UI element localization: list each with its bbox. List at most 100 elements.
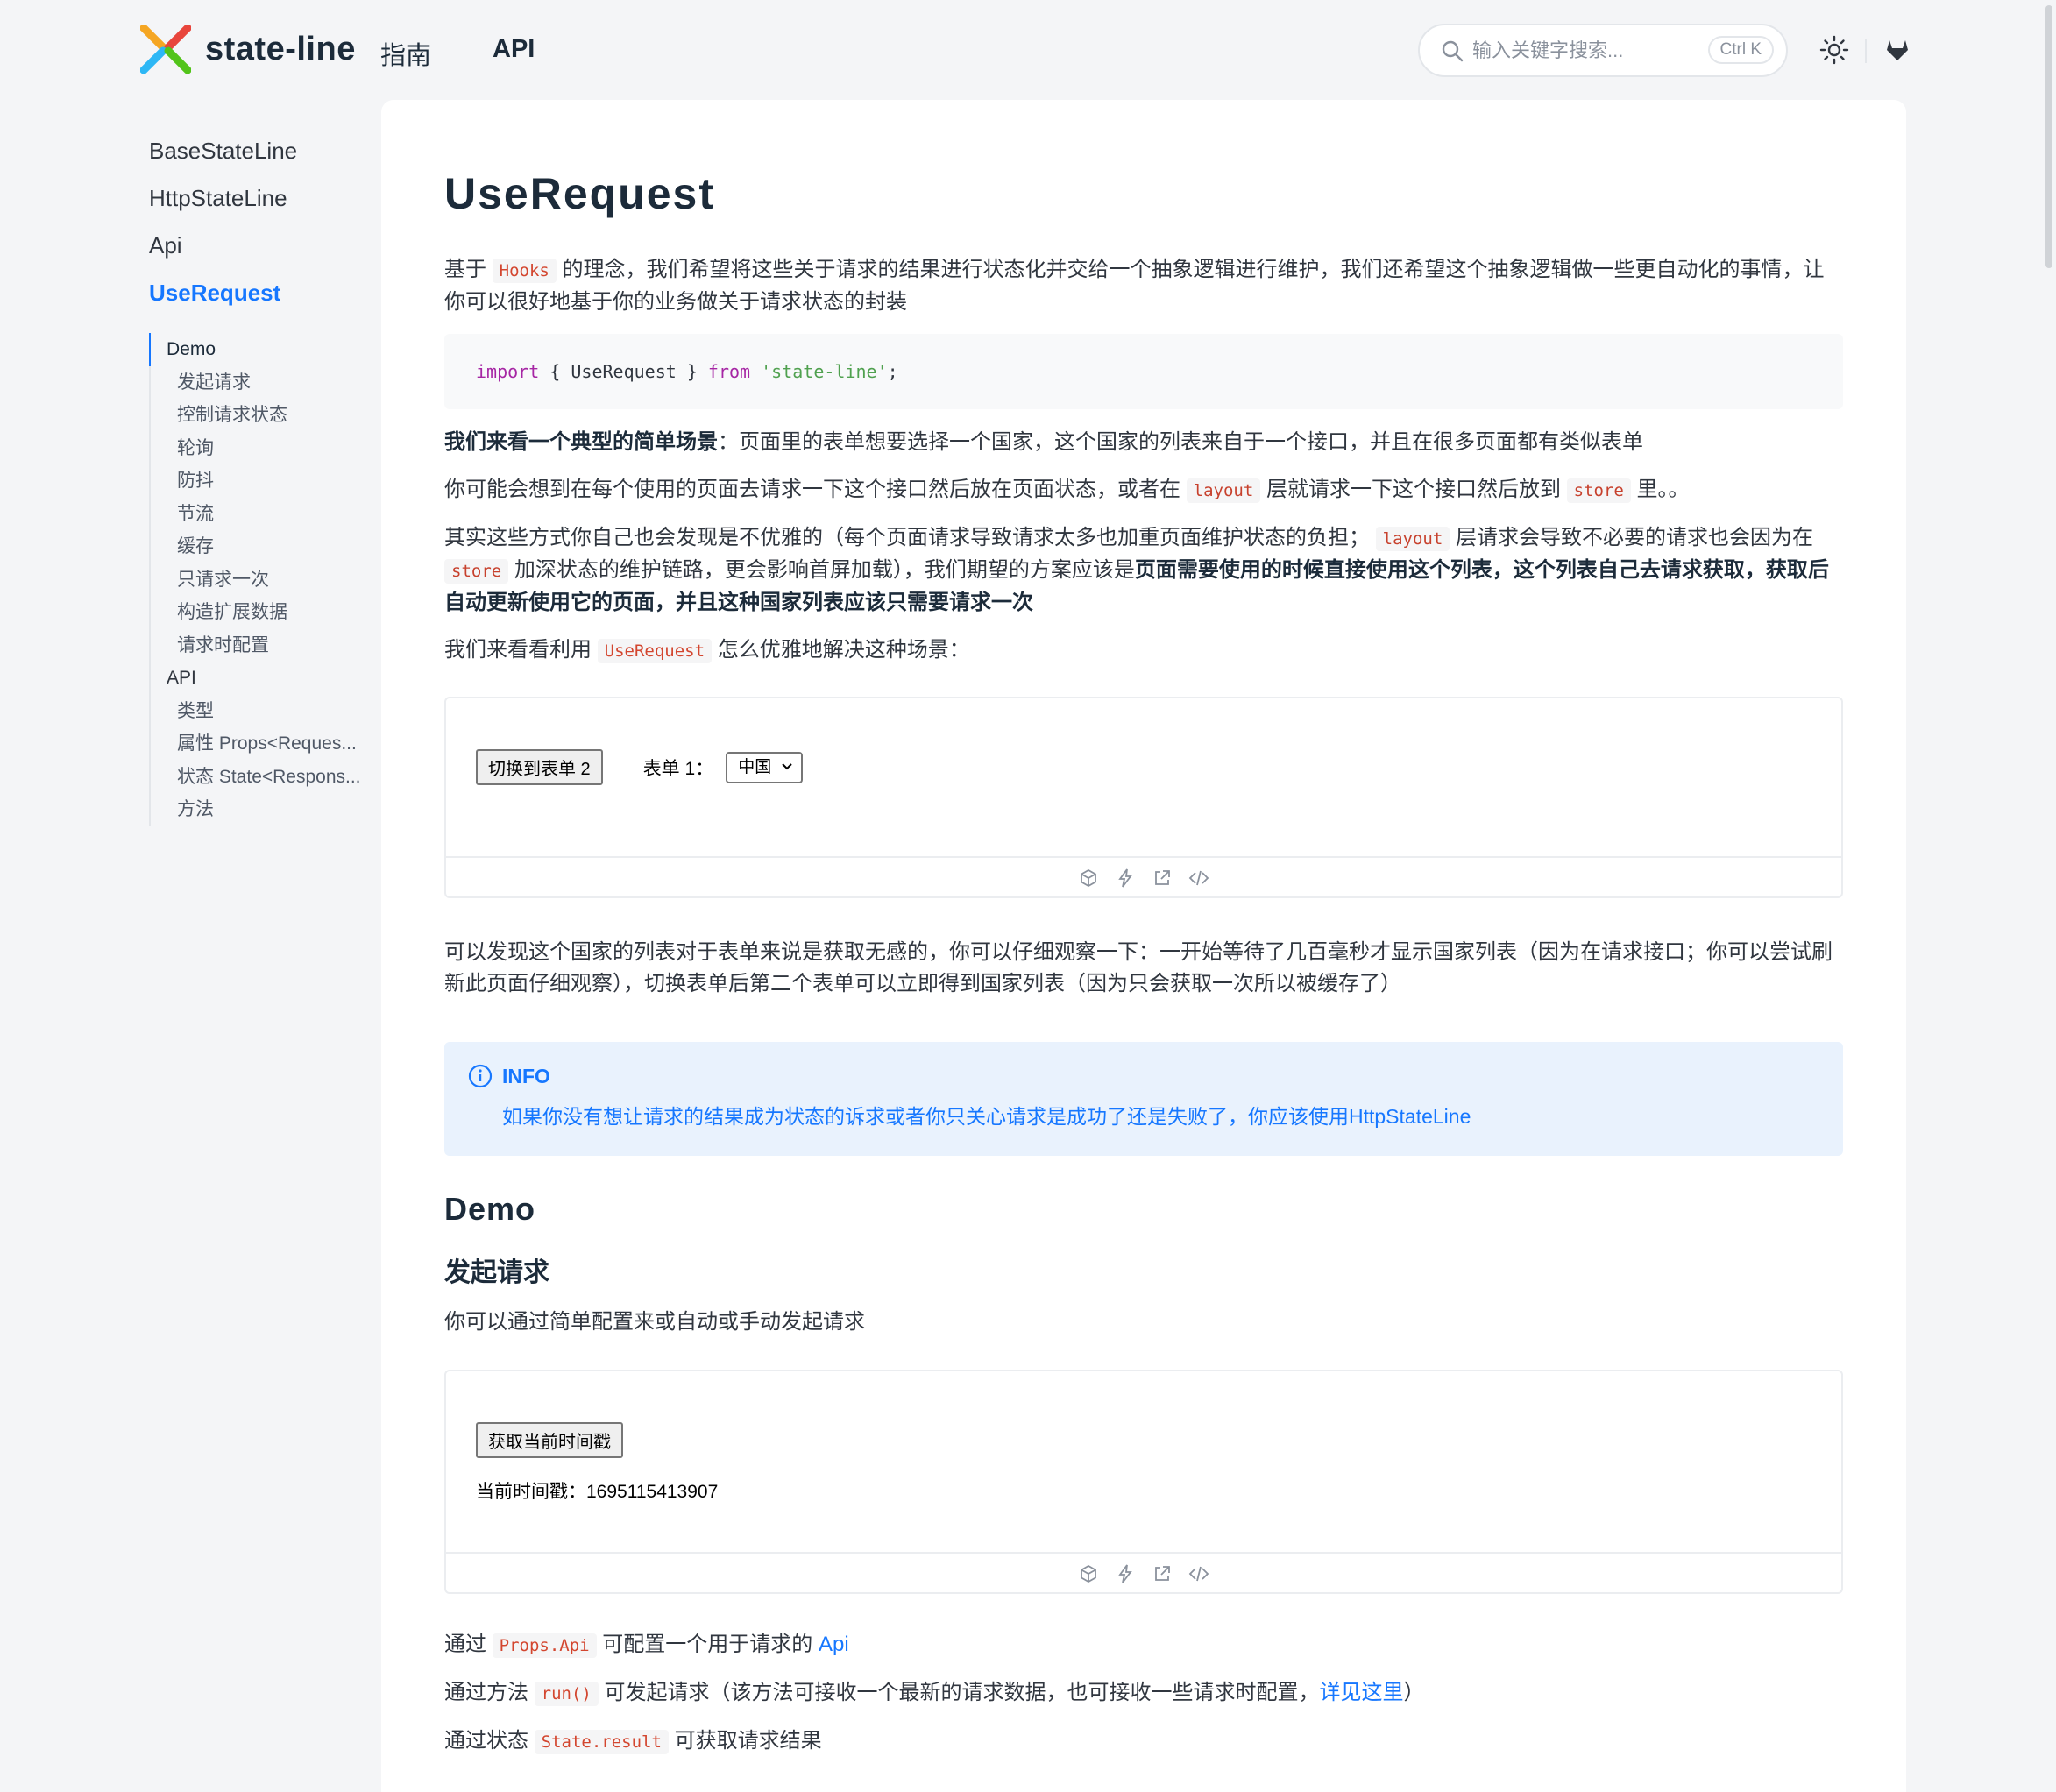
search-shortcut-badge: Ctrl K [1707,36,1774,64]
toc-item-methods[interactable]: 方法 [151,793,377,826]
text: 层就请求一下这个接口然后放到 [1260,478,1567,501]
nav-api[interactable]: API [493,35,535,64]
text: 可获取请求结果 [668,1729,822,1753]
toc-item-extend-data[interactable]: 构造扩展数据 [151,596,377,629]
demo-preview: 切换到表单 2 表单 1： 中国 [446,698,1841,856]
codesandbox-icon[interactable] [1078,868,1099,889]
stackblitz-icon[interactable] [1115,1563,1136,1584]
text: 层请求会导致不必要的请求也会因为在 [1450,526,1813,549]
codesandbox-icon[interactable] [1078,1563,1099,1584]
chevron-down-icon [782,762,792,769]
text: 如果你没有想让请求的结果成为状态的诉求或者你只关心请求是成功了还是失败了，你应该… [502,1105,1349,1128]
show-code-icon[interactable] [1188,1563,1209,1584]
stackblitz-icon[interactable] [1115,868,1136,889]
info-title: INFO [502,1064,550,1087]
demo-box-timestamp: 获取当前时间戳 当前时间戳：1695115413907 [444,1370,1843,1594]
paragraph-not-elegant: 其实这些方式你自己也会发现是不优雅的（每个页面请求导致请求太多也加重页面维护状态… [444,522,1843,619]
text: 可配置一个用于请求的 [596,1633,819,1656]
content-card: UseRequest 基于 Hooks 的理念，我们希望将这些关于请求的结果进行… [381,100,1906,1792]
search-icon [1442,40,1464,62]
text: 其实这些方式你自己也会发现是不优雅的（每个页面请求导致请求太多也加重页面维护状态… [444,526,1376,549]
page-scrollbar[interactable] [2042,0,2056,1792]
open-external-icon[interactable] [1152,1563,1173,1584]
sun-icon[interactable] [1819,35,1849,65]
toc-item-demo[interactable]: Demo [149,333,377,366]
info-header: INFO [467,1063,1820,1089]
toc-item-control-state[interactable]: 控制请求状态 [151,399,377,432]
gitlab-icon[interactable] [1884,37,1911,63]
text: 基于 [444,258,493,281]
toc-item-once[interactable]: 只请求一次 [151,563,377,597]
get-timestamp-button[interactable]: 获取当前时间戳 [476,1422,623,1458]
code-keyword: from [707,361,751,382]
sidebar-item-httpstateline[interactable]: HttpStateLine [149,179,377,226]
paragraph-layout-store: 你可能会想到在每个使用的页面去请求一下这个接口然后放在页面状态，或者在 layo… [444,474,1843,506]
inline-code: UseRequest [597,639,713,663]
text: 通过 [444,1633,493,1656]
text: ） [1403,1681,1425,1704]
scrollbar-thumb[interactable] [2045,5,2052,268]
sidebar-item-api[interactable]: Api [149,226,377,273]
toc-item-polling[interactable]: 轮询 [151,432,377,465]
show-code-icon[interactable] [1188,868,1209,889]
details-link[interactable]: 详见这里 [1320,1681,1404,1704]
code-keyword: import [476,361,540,382]
info-callout: INFO 如果你没有想让请求的结果成为状态的诉求或者你只关心请求是成功了还是失败… [444,1042,1843,1156]
text: 可发起请求（该方法可接收一个最新的请求数据，也可接收一些请求时配置， [598,1681,1320,1704]
logo-icon [140,25,191,74]
inline-code: store [1566,478,1631,503]
article: UseRequest 基于 Hooks 的理念，我们希望将这些关于请求的结果进行… [444,168,1843,1774]
demo-actions [446,856,1841,898]
toc-item-types[interactable]: 类型 [151,695,377,728]
demo-preview: 获取当前时间戳 当前时间戳：1695115413907 [446,1371,1841,1552]
bold-text: 我们来看一个典型的简单场景 [444,430,718,454]
form-row: 切换到表单 2 表单 1： 中国 [476,749,1811,785]
switch-form-button[interactable]: 切换到表单 2 [476,749,603,785]
paragraph-observe: 可以发现这个国家的列表对于表单来说是获取无感的，你可以仔细观察一下：一开始等待了… [444,937,1843,1000]
inline-code: store [444,559,509,584]
info-body: 如果你没有想让请求的结果成为状态的诉求或者你只关心请求是成功了还是失败了，你应该… [502,1101,1820,1131]
text: 里。。 [1630,478,1690,501]
toc-item-api[interactable]: API [151,662,377,695]
nav-guide[interactable]: 指南 [380,35,431,72]
toc-item-cache[interactable]: 缓存 [151,530,377,563]
header-divider [1865,39,1867,63]
inline-code: run() [534,1682,599,1706]
toc-item-send-request[interactable]: 发起请求 [151,366,377,400]
text: 可以发现这个国家的列表对于表单来说是获取无感的，你可以仔细观察一下：一开始等待了… [444,940,1833,995]
sidebar-item-basestateline[interactable]: BaseStateLine [149,131,377,179]
demo-actions [446,1552,1841,1594]
httpstateline-link[interactable]: HttpStateLine [1349,1105,1471,1128]
open-external-icon[interactable] [1152,868,1173,889]
form-label: 表单 1： [642,758,714,779]
select-value: 中国 [738,757,772,776]
toc-item-throttle[interactable]: 节流 [151,498,377,531]
top-navbar: state-line 指南 API Ctrl K [0,0,2056,100]
code-string: 'state-line' [761,361,888,382]
timestamp-label: 当前时间戳： [476,1482,586,1502]
toc-item-debounce[interactable]: 防抖 [151,464,377,498]
page-title: UseRequest [444,169,715,218]
api-link[interactable]: Api [819,1633,849,1656]
table-of-contents: Demo 发起请求 控制请求状态 轮询 防抖 节流 缓存 只请求一次 构造扩展数… [149,333,377,826]
text: 你可能会想到在每个使用的页面去请求一下这个接口然后放在页面状态，或者在 [444,478,1187,501]
text: 的理念，我们希望将这些关于请求的结果进行状态化并交给一个抽象逻辑进行维护，我们还… [444,258,1825,314]
intro-paragraph: 基于 Hooks 的理念，我们希望将这些关于请求的结果进行状态化并交给一个抽象逻… [444,254,1843,318]
search-input[interactable] [1472,25,1691,75]
inline-code: Hooks [492,259,557,283]
sidebar-item-userequest[interactable]: UseRequest [149,273,377,321]
toc-item-state[interactable]: 状态 State<Respons... [151,761,377,794]
logo[interactable]: state-line [140,25,356,74]
inline-code: Props.Api [492,1633,597,1658]
demo-box-form: 切换到表单 2 表单 1： 中国 [444,697,1843,898]
toc-item-runtime-config[interactable]: 请求时配置 [151,629,377,662]
info-icon [468,1064,493,1088]
toc-item-props[interactable]: 属性 Props<Reques... [151,727,377,761]
paragraph-send-request: 你可以通过简单配置来或自动或手动发起请求 [444,1310,865,1334]
inline-code: layout [1186,478,1261,503]
search-box[interactable]: Ctrl K [1418,24,1788,77]
country-select[interactable]: 中国 [726,751,804,783]
text: 通过状态 [444,1729,535,1753]
text: 我们来看看利用 [444,638,598,662]
